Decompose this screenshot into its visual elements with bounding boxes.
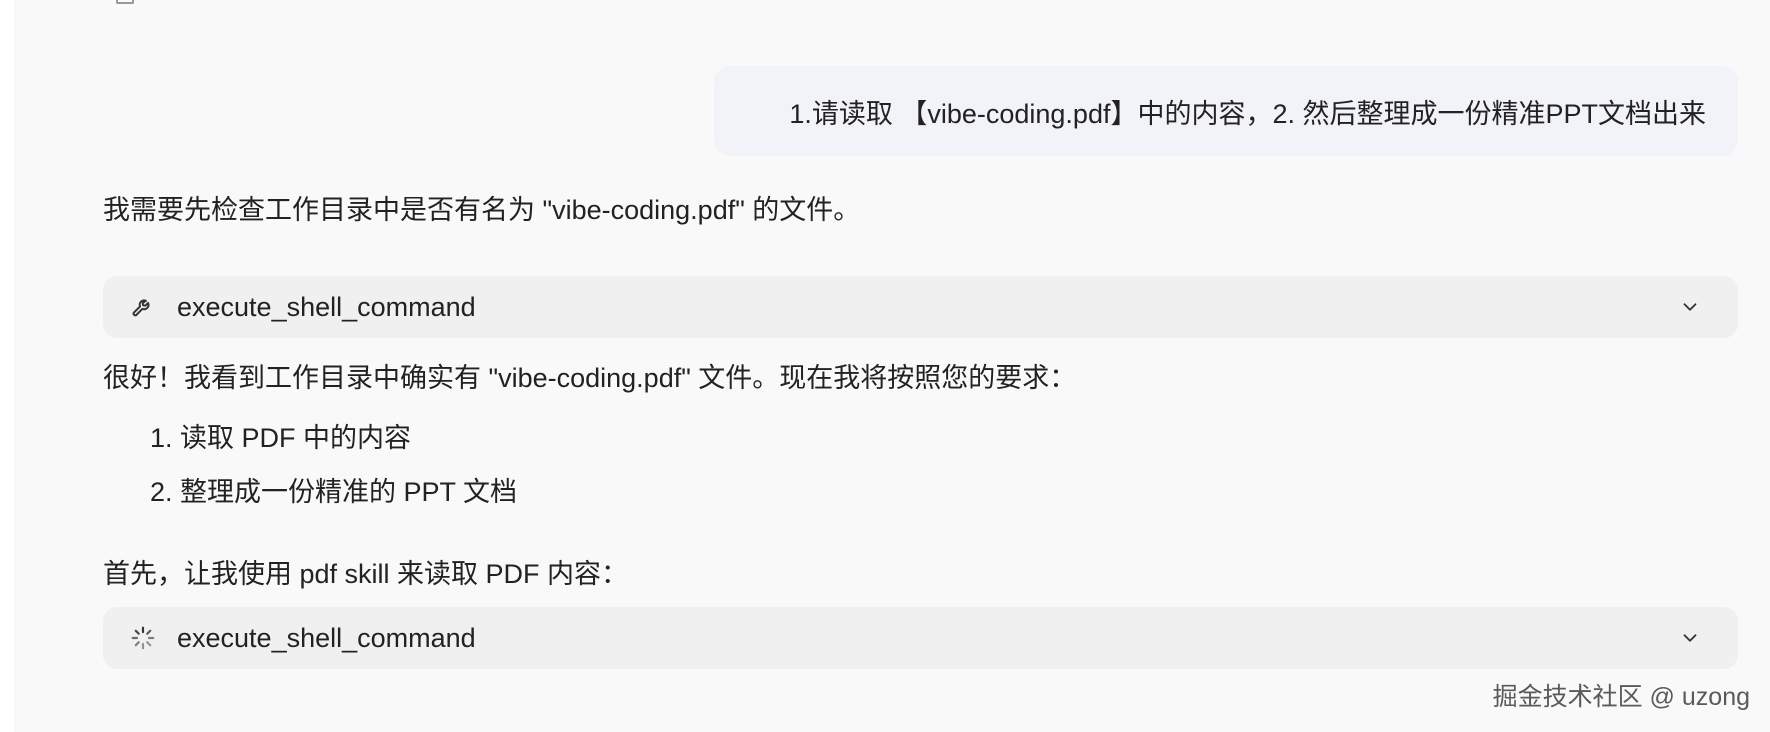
user-message-bubble: 1.请读取 【vibe-coding.pdf】中的内容，2. 然后整理成一份精准… xyxy=(714,66,1738,156)
step-list: 1. 读取 PDF 中的内容 2. 整理成一份精准的 PPT 文档 xyxy=(103,411,517,519)
list-item: 2. 整理成一份精准的 PPT 文档 xyxy=(150,477,518,507)
user-message-text: 1.请读取 【vibe-coding.pdf】中的内容，2. 然后整理成一份精准… xyxy=(789,98,1706,129)
partial-icon xyxy=(116,0,134,4)
tool-call-name: execute_shell_command xyxy=(177,622,476,653)
spinner-icon xyxy=(129,624,157,652)
tool-call-card[interactable]: execute_shell_command xyxy=(103,607,1738,669)
list-item: 1. 读取 PDF 中的内容 xyxy=(150,423,412,453)
assistant-text-1: 我需要先检查工作目录中是否有名为 "vibe-coding.pdf" 的文件。 xyxy=(103,195,861,225)
chevron-down-icon[interactable] xyxy=(1678,295,1702,319)
assistant-text-2: 很好！我看到工作目录中确实有 "vibe-coding.pdf" 文件。现在我将… xyxy=(103,363,1077,393)
assistant-text-3: 首先，让我使用 pdf skill 来读取 PDF 内容： xyxy=(103,559,629,589)
tool-call-name: execute_shell_command xyxy=(177,291,476,322)
chevron-down-icon[interactable] xyxy=(1678,626,1702,650)
watermark: 掘金技术社区 @ uzong xyxy=(1492,683,1750,711)
tool-call-card[interactable]: execute_shell_command xyxy=(103,276,1738,338)
chat-panel: 1.请读取 【vibe-coding.pdf】中的内容，2. 然后整理成一份精准… xyxy=(14,0,1770,732)
wrench-icon xyxy=(129,293,157,321)
